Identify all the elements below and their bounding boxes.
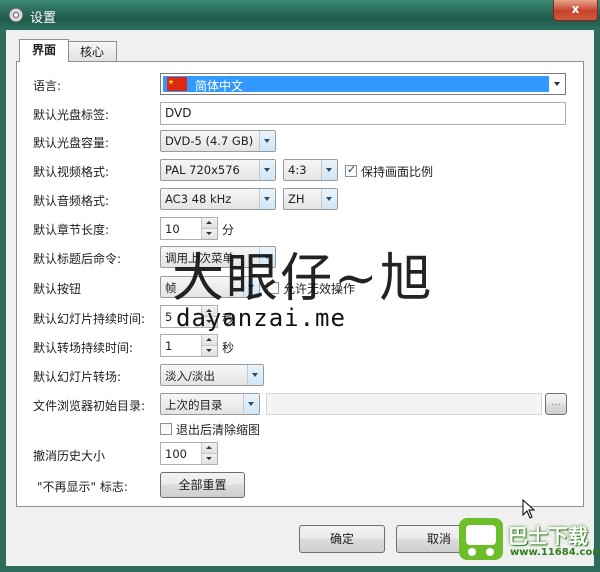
dropdown-arrow-icon[interactable] [321,160,337,180]
china-flag-icon [167,77,187,91]
browser-path-input [266,393,542,415]
video-format-select[interactable]: PAL 720x576 [160,159,276,181]
disc-label-value: DVD [165,106,192,120]
app-icon [8,7,24,23]
dropdown-arrow-icon[interactable] [247,365,263,385]
tab-core[interactable]: 核心 [67,41,117,62]
watermark-url: dayanzai.me [176,304,346,332]
title-command-label: 默认标题后命令: [33,252,122,266]
video-format-value: PAL 720x576 [165,163,240,177]
clear-thumbs-label: 退出后清除缩图 [176,423,261,437]
transition-duration-unit: 秒 [222,341,235,355]
spin-down-icon[interactable] [201,454,217,464]
keep-ratio-label: 保持画面比例 [361,165,434,179]
language-select[interactable]: 简体中文 [160,73,566,95]
close-button[interactable]: x [553,0,598,21]
disc-label-input[interactable]: DVD [160,102,566,125]
ok-button[interactable]: 确定 [299,525,385,553]
chapter-length-value: 10 [165,222,180,236]
audio-format-value: AC3 48 kHz [165,192,232,206]
slide-duration-value: 5 [165,310,173,324]
spin-up-icon[interactable] [201,218,217,229]
transition-duration-value: 1 [165,339,173,353]
audio-format-select[interactable]: AC3 48 kHz [160,188,276,210]
aspect-ratio-value: 4:3 [288,163,307,177]
disc-capacity-value: DVD-5 (4.7 GB) [165,134,254,148]
dropdown-arrow-icon[interactable] [259,131,275,151]
browse-button[interactable]: ... [545,393,567,415]
transition-duration-stepper[interactable]: 1 [160,334,218,357]
window-title: 设置 [30,11,57,26]
slide-transition-label: 默认幻灯片转场: [33,370,122,384]
slide-transition-select[interactable]: 淡入/淡出 [160,364,264,386]
undo-history-label: 撤消历史大小 [33,449,106,463]
mouse-cursor-icon [522,499,536,519]
tab-interface[interactable]: 界面 [19,39,69,62]
slide-transition-value: 淡入/淡出 [165,369,215,383]
chapter-length-label: 默认章节长度: [33,223,110,237]
undo-history-stepper[interactable]: 100 [160,442,218,465]
site-url: www.11684.com [510,547,600,558]
title-bar [0,0,600,30]
browser-dir-label: 文件浏览器初始目录: [33,399,146,413]
reset-all-button[interactable]: 全部重置 [160,472,245,498]
audio-language-value: ZH [288,192,305,206]
disc-capacity-select[interactable]: DVD-5 (4.7 GB) [160,130,276,152]
browser-dir-value: 上次的目录 [165,398,223,412]
dropdown-arrow-icon[interactable] [259,160,275,180]
spin-down-icon[interactable] [201,346,217,356]
no-show-label: "不再显示" 标志: [37,480,128,494]
spin-up-icon[interactable] [201,443,217,454]
watermark-logo: 大眼仔~旭 [172,249,434,309]
chevron-down-icon[interactable] [549,74,565,94]
video-format-label: 默认视频格式: [33,165,110,179]
language-label: 语言: [33,79,62,93]
keep-ratio-checkbox[interactable] [345,163,357,177]
browser-dir-select[interactable]: 上次的目录 [160,393,260,415]
slide-duration-label: 默认幻灯片持续时间: [33,312,146,326]
site-name: 巴士下载 [508,524,588,548]
audio-language-select[interactable]: ZH [283,188,338,210]
undo-history-value: 100 [165,447,187,461]
default-button-label: 默认按钮 [33,282,82,296]
disc-capacity-label: 默认光盘容量: [33,136,110,150]
dropdown-arrow-icon[interactable] [321,189,337,209]
site-logo-icon [459,518,503,560]
transition-duration-label: 默认转场持续时间: [33,341,134,355]
dropdown-arrow-icon[interactable] [259,189,275,209]
audio-format-label: 默认音频格式: [33,194,110,208]
dropdown-arrow-icon[interactable] [243,394,259,414]
clear-thumbs-checkbox[interactable] [160,423,172,435]
disc-label-label: 默认光盘标签: [33,108,110,122]
spin-up-icon[interactable] [201,335,217,346]
aspect-ratio-select[interactable]: 4:3 [283,159,338,181]
language-value: 简体中文 [195,79,244,93]
